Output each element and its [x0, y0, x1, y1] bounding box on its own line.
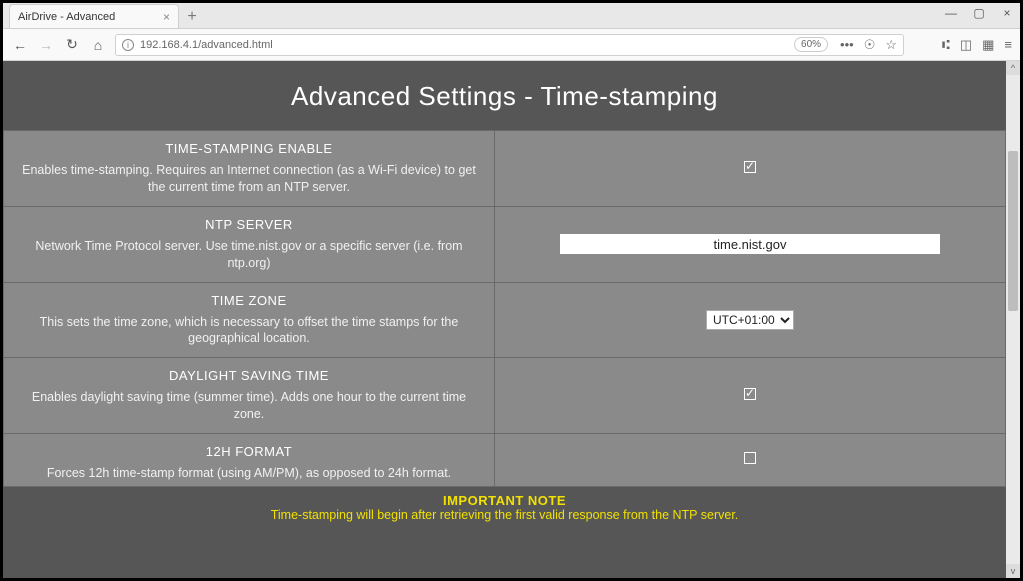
row-title: TIME ZONE [18, 293, 480, 308]
row-desc: This sets the time zone, which is necess… [18, 314, 480, 348]
window-close-icon[interactable]: × [1000, 6, 1014, 20]
nav-reload-icon[interactable]: ↻ [63, 36, 81, 53]
scroll-thumb[interactable] [1008, 151, 1018, 311]
window-controls: — ▢ × [944, 6, 1014, 20]
row-desc: Network Time Protocol server. Use time.n… [18, 238, 480, 272]
scroll-down-icon[interactable]: v [1006, 564, 1020, 578]
menu-icon[interactable]: ≡ [1004, 37, 1012, 52]
page-actions-icon[interactable]: ••• [840, 37, 854, 52]
row-desc: Forces 12h time-stamp format (using AM/P… [18, 465, 480, 482]
important-note-row: IMPORTANT NOTE Time-stamping will begin … [4, 486, 1006, 528]
site-info-icon[interactable]: i [122, 39, 134, 51]
tab-strip: AirDrive - Advanced × + — ▢ × [3, 3, 1020, 29]
row-desc: Enables time-stamping. Requires an Inter… [18, 162, 480, 196]
page-title: Advanced Settings - Time-stamping [3, 81, 1006, 112]
browser-tab[interactable]: AirDrive - Advanced × [9, 4, 179, 28]
tab-title: AirDrive - Advanced [18, 11, 115, 23]
zoom-level-badge[interactable]: 60% [794, 37, 828, 52]
note-title: IMPORTANT NOTE [14, 493, 996, 508]
row-ntp-server: NTP SERVER Network Time Protocol server.… [4, 206, 1006, 282]
format-12h-checkbox[interactable] [744, 452, 756, 464]
row-12h-format: 12H FORMAT Forces 12h time-stamp format … [4, 434, 1006, 487]
bookmark-star-icon[interactable]: ☆ [885, 37, 897, 53]
ntp-server-input[interactable] [560, 234, 940, 254]
library-icon[interactable]: ⑆ [942, 37, 950, 52]
page-header: Advanced Settings - Time-stamping [3, 61, 1006, 130]
timestamping-enable-checkbox[interactable] [744, 161, 756, 173]
reader-icon[interactable]: ☉ [864, 37, 876, 53]
row-title: 12H FORMAT [18, 444, 480, 459]
row-title: DAYLIGHT SAVING TIME [18, 368, 480, 383]
nav-back-icon[interactable]: ← [11, 37, 29, 53]
browser-window: AirDrive - Advanced × + — ▢ × ← → ↻ ⌂ i … [0, 0, 1023, 581]
sidebar-toggle-icon[interactable]: ◫ [960, 37, 972, 53]
new-tab-button[interactable]: + [179, 8, 205, 28]
settings-table: TIME-STAMPING ENABLE Enables time-stampi… [3, 130, 1006, 528]
nav-home-icon[interactable]: ⌂ [89, 37, 107, 53]
row-title: NTP SERVER [18, 217, 480, 232]
url-text: 192.168.4.1/advanced.html [140, 39, 273, 51]
nav-forward-icon[interactable]: → [37, 37, 55, 53]
window-minimize-icon[interactable]: — [944, 6, 958, 20]
note-text: Time-stamping will begin after retrievin… [14, 508, 996, 522]
tab-close-icon[interactable]: × [163, 10, 170, 24]
window-maximize-icon[interactable]: ▢ [972, 6, 986, 20]
row-desc: Enables daylight saving time (summer tim… [18, 389, 480, 423]
url-input[interactable]: i 192.168.4.1/advanced.html 60% ••• ☉ ☆ [115, 34, 904, 56]
row-time-zone: TIME ZONE This sets the time zone, which… [4, 282, 1006, 358]
extensions-icon[interactable]: ▦ [982, 37, 994, 53]
row-timestamping-enable: TIME-STAMPING ENABLE Enables time-stampi… [4, 131, 1006, 207]
scroll-up-icon[interactable]: ^ [1006, 61, 1020, 75]
time-zone-select[interactable]: UTC+01:00 [706, 310, 794, 330]
vertical-scrollbar[interactable]: ^ v [1006, 61, 1020, 578]
row-title: TIME-STAMPING ENABLE [18, 141, 480, 156]
page-viewport: Advanced Settings - Time-stamping TIME-S… [3, 61, 1020, 578]
dst-checkbox[interactable] [744, 388, 756, 400]
row-daylight-saving: DAYLIGHT SAVING TIME Enables daylight sa… [4, 358, 1006, 434]
address-bar: ← → ↻ ⌂ i 192.168.4.1/advanced.html 60% … [3, 29, 1020, 61]
